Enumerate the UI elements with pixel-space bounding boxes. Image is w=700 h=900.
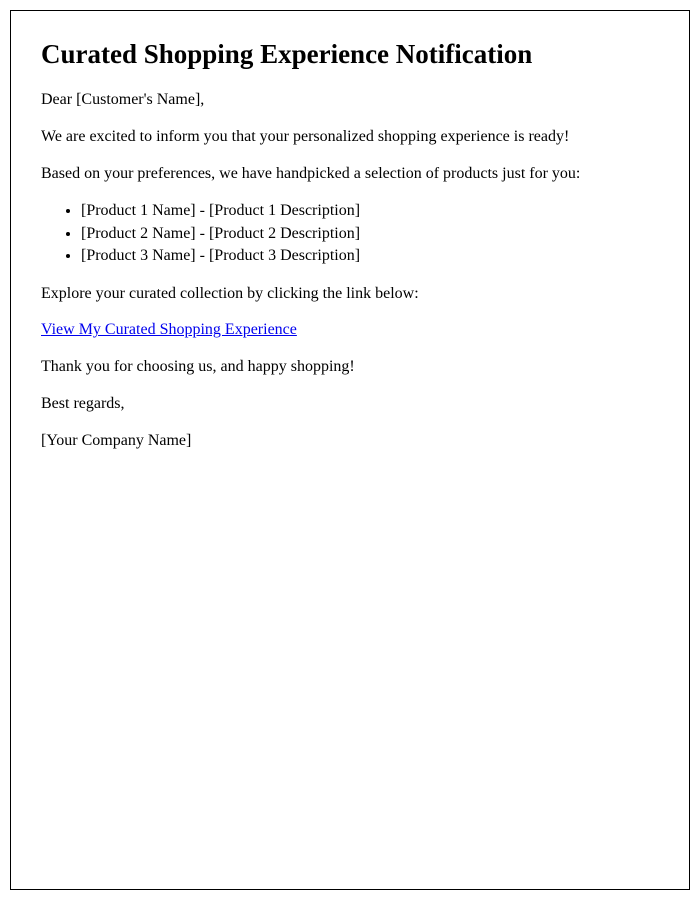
page-title: Curated Shopping Experience Notification bbox=[41, 39, 659, 70]
greeting-text: Dear [Customer's Name], bbox=[41, 90, 659, 111]
intro-text: We are excited to inform you that your p… bbox=[41, 127, 659, 148]
list-item: [Product 2 Name] - [Product 2 Descriptio… bbox=[81, 223, 659, 245]
company-text: [Your Company Name] bbox=[41, 431, 659, 452]
link-paragraph: View My Curated Shopping Experience bbox=[41, 320, 659, 341]
regards-text: Best regards, bbox=[41, 394, 659, 415]
preface-text: Based on your preferences, we have handp… bbox=[41, 164, 659, 185]
curated-link[interactable]: View My Curated Shopping Experience bbox=[41, 321, 297, 338]
explore-text: Explore your curated collection by click… bbox=[41, 284, 659, 305]
document-frame: Curated Shopping Experience Notification… bbox=[10, 10, 690, 890]
product-list: [Product 1 Name] - [Product 1 Descriptio… bbox=[81, 200, 659, 267]
thankyou-text: Thank you for choosing us, and happy sho… bbox=[41, 357, 659, 378]
list-item: [Product 1 Name] - [Product 1 Descriptio… bbox=[81, 200, 659, 222]
list-item: [Product 3 Name] - [Product 3 Descriptio… bbox=[81, 245, 659, 267]
